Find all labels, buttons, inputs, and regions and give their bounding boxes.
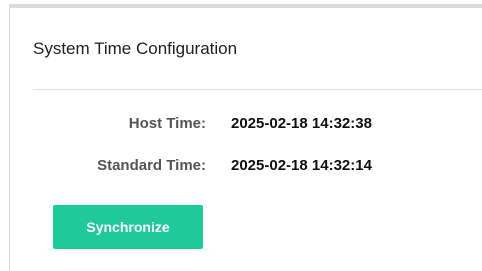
synchronize-button[interactable]: Synchronize [53,205,203,249]
standard-time-row: Standard Time: 2025-02-18 14:32:14 [10,154,372,176]
host-time-label: Host Time: [128,114,206,132]
system-time-panel: System Time Configuration Host Time: 202… [9,4,482,271]
panel-title: System Time Configuration [33,39,238,58]
host-time-value: 2025-02-18 14:32:38 [231,114,372,132]
standard-time-value: 2025-02-18 14:32:14 [231,156,372,174]
host-time-row: Host Time: 2025-02-18 14:32:38 [10,112,372,134]
standard-time-label: Standard Time: [97,156,206,174]
header-divider [33,89,482,90]
panel-header: System Time Configuration [10,8,482,89]
